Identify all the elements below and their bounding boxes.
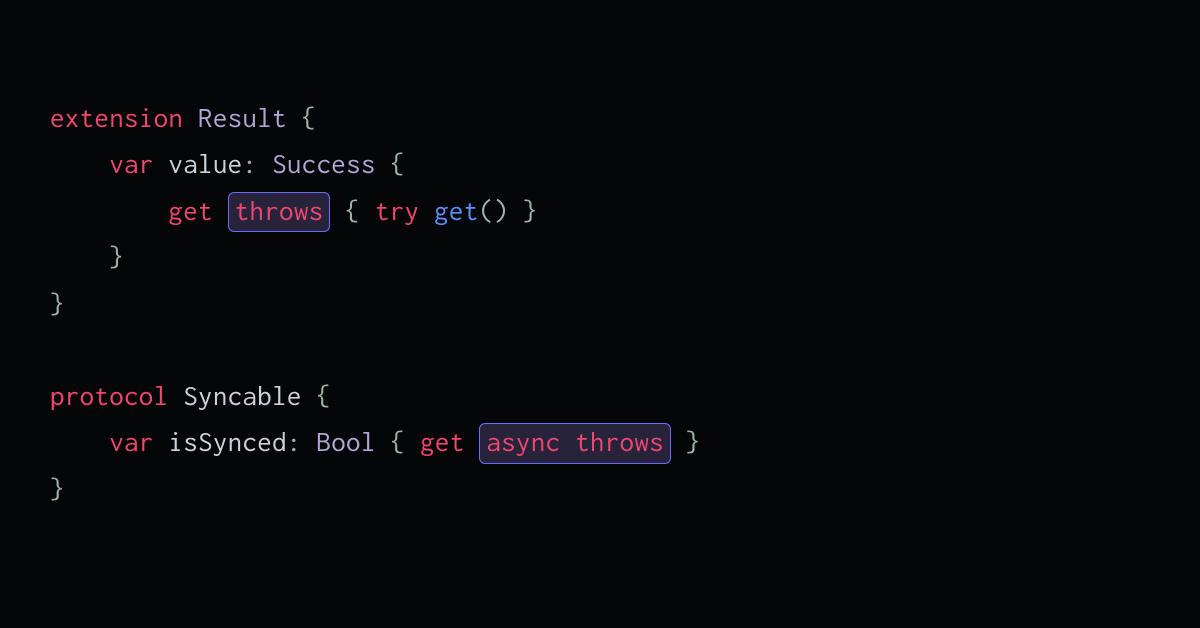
brace-open: { [302, 102, 317, 133]
space [183, 102, 198, 133]
keyword-var: var [109, 426, 153, 457]
space [257, 148, 272, 179]
code-line-5: } [50, 281, 1150, 327]
code-line-3: get throws { try get() } [50, 188, 1150, 234]
type-success: Success [272, 148, 376, 179]
space [419, 195, 434, 226]
space [287, 102, 302, 133]
highlight-throws: throws [228, 192, 331, 232]
space [508, 195, 523, 226]
parens: () [479, 195, 509, 226]
code-line-6: protocol Syncable { [50, 373, 1150, 419]
keyword-get: get [420, 426, 464, 457]
indent [50, 426, 109, 457]
code-line-8: } [50, 466, 1150, 512]
highlight-async-throws: async throws [479, 423, 671, 463]
keyword-get: get [168, 195, 212, 226]
space [154, 148, 169, 179]
brace-close: } [686, 426, 701, 457]
brace-open: { [390, 426, 405, 457]
brace-close: } [109, 241, 124, 272]
space [330, 195, 345, 226]
space [302, 380, 317, 411]
brace-close: } [50, 288, 65, 319]
code-line-1: extension Result { [50, 95, 1150, 141]
code-line-2: var value: Success { [50, 141, 1150, 187]
space [213, 195, 228, 226]
code-line-7: var isSynced: Bool { get async throws } [50, 419, 1150, 465]
colon: : [287, 426, 302, 457]
identifier-issynced: isSynced [168, 426, 286, 457]
keyword-try: try [375, 195, 419, 226]
blank-line [50, 327, 1150, 373]
indent [50, 148, 109, 179]
code-line-4: } [50, 234, 1150, 280]
brace-open: { [390, 148, 405, 179]
function-get: get [434, 195, 478, 226]
indent [50, 241, 109, 272]
space [360, 195, 375, 226]
keyword-var: var [109, 148, 153, 179]
space [376, 148, 391, 179]
brace-open: { [345, 195, 360, 226]
brace-open: { [316, 380, 331, 411]
space [154, 426, 169, 457]
identifier-value: value [168, 148, 242, 179]
type-result: Result [198, 102, 287, 133]
colon: : [242, 148, 257, 179]
type-syncable: Syncable [183, 380, 301, 411]
code-block: extension Result { var value: Success { … [50, 95, 1150, 512]
space [671, 426, 686, 457]
indent [50, 195, 168, 226]
space [168, 380, 183, 411]
keyword-protocol: protocol [50, 380, 168, 411]
space [405, 426, 420, 457]
brace-close: } [50, 473, 65, 504]
space [376, 426, 391, 457]
keyword-extension: extension [50, 102, 183, 133]
space [302, 426, 317, 457]
space [465, 426, 480, 457]
brace-close: } [523, 195, 538, 226]
type-bool: Bool [316, 426, 375, 457]
